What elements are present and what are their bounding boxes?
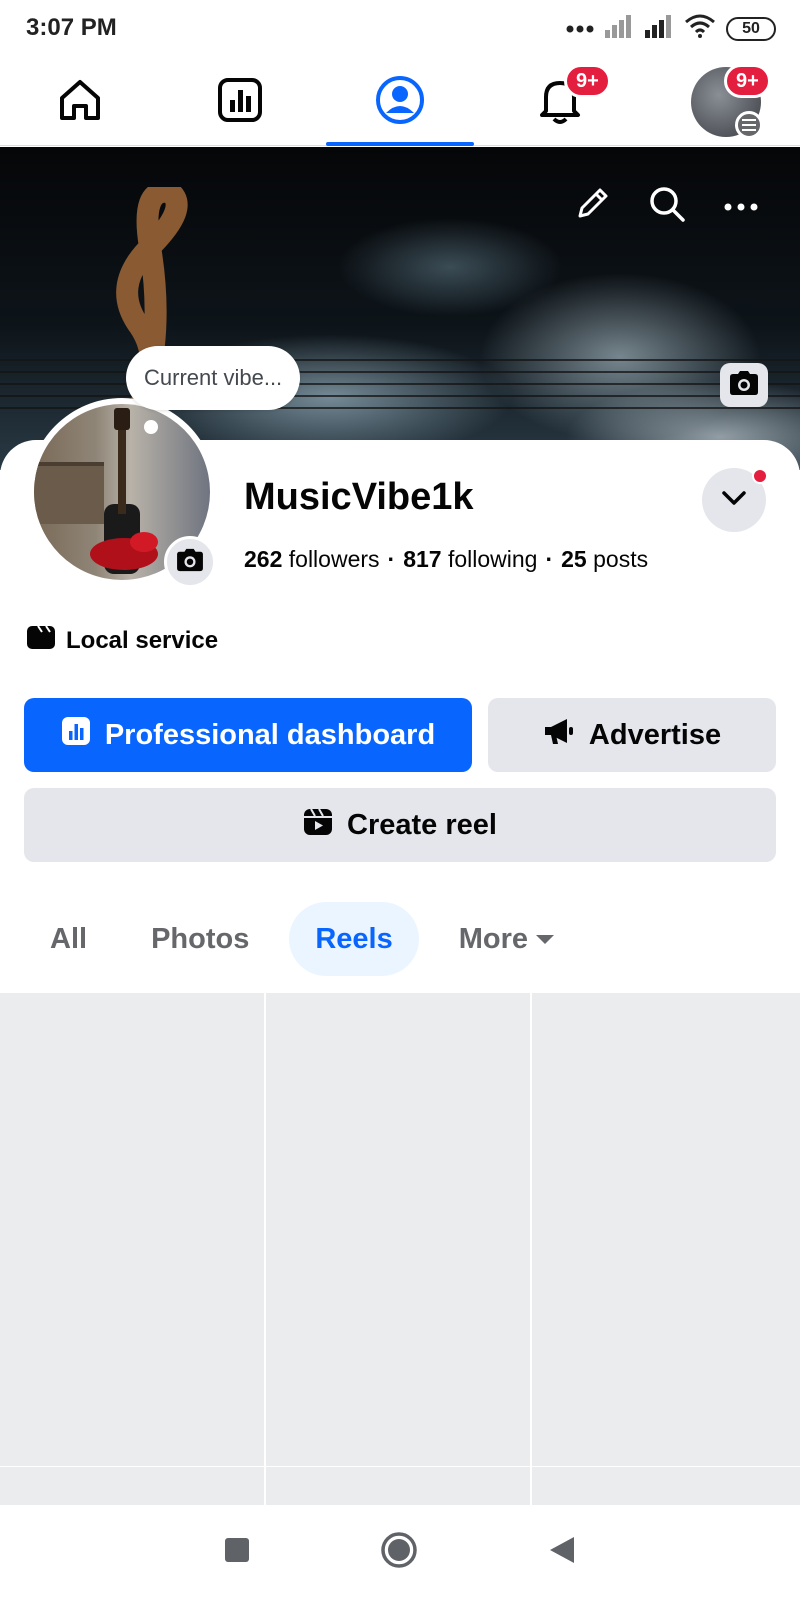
profile-stats: 262 followers · 817 following · 25 posts [244,546,649,572]
caret-down-icon [536,934,555,944]
system-navigation-bar [0,1505,800,1600]
posts-count: 25 [561,546,587,572]
menu-icon [735,111,763,139]
profile-icon [375,75,425,130]
following-label[interactable]: following [448,546,538,572]
reels-grid-row-2 [0,1467,800,1505]
top-nav: 9+ 9+ [0,58,800,146]
tab-all[interactable]: All [24,902,113,976]
page-category: Local service [26,624,218,657]
followers-count[interactable]: 262 [244,546,282,572]
nav-home[interactable] [6,58,154,146]
more-dots-icon [566,20,594,38]
search-icon[interactable] [648,185,686,228]
signal-icon-2 [644,14,674,43]
nav-dashboard[interactable] [166,58,314,146]
active-tab-indicator [326,142,474,146]
reel-placeholder[interactable] [266,1467,532,1505]
professional-dashboard-label: Professional dashboard [104,718,436,751]
nav-menu[interactable]: 9+ [652,58,800,146]
advertise-label: Advertise [588,718,722,751]
signal-icon [604,14,634,43]
wifi-icon [684,14,716,43]
dashboard-icon [61,716,91,754]
battery-indicator: 50 [726,16,776,41]
tab-more[interactable]: More [433,902,580,976]
followers-label[interactable]: followers [289,546,380,572]
status-icons: 50 [566,14,776,43]
chevron-down-icon [721,490,747,511]
tab-reels[interactable]: Reels [289,902,419,976]
cover-camera-button[interactable] [720,363,768,407]
following-count[interactable]: 817 [403,546,441,572]
more-options-icon[interactable] [724,198,758,216]
menu-badge: 9+ [724,64,771,98]
reels-grid [0,993,800,1505]
posts-label: posts [593,546,649,572]
nav-profile[interactable] [326,58,474,146]
dashboard-icon [216,76,264,129]
notification-dot [752,468,768,484]
thought-bubble-tail [144,420,158,434]
notifications-badge: 9+ [564,64,611,98]
reel-placeholder[interactable] [266,993,532,1466]
reel-placeholder[interactable] [0,1467,266,1505]
page-title: MusicVibe1k [244,476,474,518]
nav-notifications[interactable]: 9+ [486,58,634,146]
status-time: 3:07 PM [26,14,117,41]
camera-icon [175,548,205,577]
avatar-camera-button[interactable] [164,536,216,588]
tab-more-label: More [458,922,529,955]
thought-bubble[interactable]: Current vibe... [126,346,301,410]
back-button[interactable] [548,1535,576,1570]
category-icon [26,624,56,657]
reel-icon [303,806,333,844]
recents-button[interactable] [224,1537,250,1568]
create-reel-button[interactable]: Create reel [24,788,776,862]
tab-photos[interactable]: Photos [125,902,275,976]
edit-icon[interactable] [574,186,610,227]
advertise-button[interactable]: Advertise [488,698,776,772]
cover-actions [574,185,758,228]
home-icon [56,76,104,129]
reel-placeholder[interactable] [532,1467,800,1505]
reel-placeholder[interactable] [532,993,800,1466]
content-tabs: All Photos Reels More [24,902,580,976]
reel-placeholder[interactable] [0,993,266,1466]
home-button[interactable] [380,1531,418,1574]
category-label: Local service [66,626,219,654]
status-bar: 3:07 PM 50 [0,0,800,58]
professional-dashboard-button[interactable]: Professional dashboard [24,698,472,772]
camera-icon [728,370,760,401]
create-reel-label: Create reel [347,808,497,841]
megaphone-icon [543,717,575,753]
